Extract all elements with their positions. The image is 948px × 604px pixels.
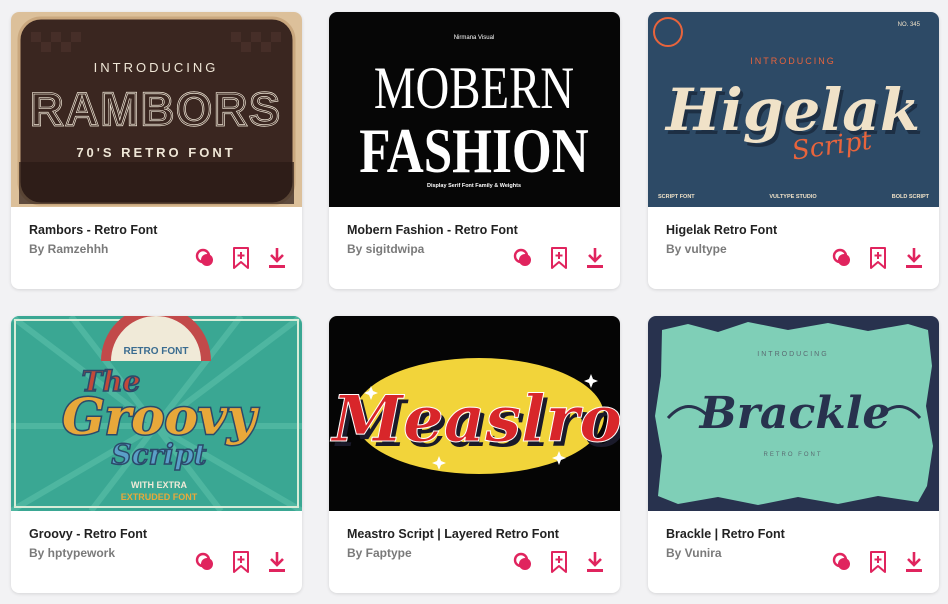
- download-icon[interactable]: [903, 550, 925, 574]
- compare-fonts-icon[interactable]: [512, 246, 534, 270]
- card-actions: [194, 246, 288, 270]
- font-card[interactable]: INTRODUCING RAMBORS RAMBORS 70'S RETRO F…: [11, 12, 302, 289]
- compare-fonts-icon[interactable]: [194, 246, 216, 270]
- font-preview-image[interactable]: INTRODUCING RAMBORS RAMBORS 70'S RETRO F…: [11, 12, 302, 207]
- font-title[interactable]: Groovy - Retro Font: [29, 527, 147, 541]
- preview-line1-text: MOBERN: [374, 54, 574, 121]
- font-preview-image[interactable]: INTRODUCING Brackle RETRO FONT: [648, 316, 939, 511]
- font-author[interactable]: By vultype: [666, 242, 727, 256]
- add-to-collection-icon[interactable]: [867, 550, 889, 574]
- card-actions: [512, 246, 606, 270]
- font-author[interactable]: By hptypework: [29, 546, 115, 560]
- preview-tagline-text: 70'S RETRO FONT: [76, 145, 235, 160]
- font-author[interactable]: By Vunira: [666, 546, 722, 560]
- font-card[interactable]: RETRO FONT The Groovy Script WITH EXTRA …: [11, 316, 302, 593]
- preview-extra2-text: EXTRUDED FONT: [121, 492, 198, 502]
- add-to-collection-icon[interactable]: [867, 246, 889, 270]
- download-icon[interactable]: [584, 550, 606, 574]
- font-preview-image[interactable]: Nirmana Visual MOBERN FASHION Display Se…: [329, 12, 620, 207]
- preview-tagline-text: Display Serif Font Family & Weights: [427, 183, 521, 189]
- svg-text:RAMBORS: RAMBORS: [30, 83, 282, 135]
- add-to-collection-icon[interactable]: [548, 550, 570, 574]
- preview-line3-text: Script: [111, 438, 206, 471]
- preview-intro-text: INTRODUCING: [94, 60, 219, 75]
- add-to-collection-icon[interactable]: [230, 246, 252, 270]
- download-icon[interactable]: [266, 246, 288, 270]
- svg-text:Higelak: Higelak: [664, 76, 920, 144]
- card-actions: [831, 550, 925, 574]
- font-card[interactable]: INTRODUCING Brackle RETRO FONT Brackle |…: [648, 316, 939, 593]
- add-to-collection-icon[interactable]: [230, 550, 252, 574]
- font-title[interactable]: Mobern Fashion - Retro Font: [347, 223, 518, 237]
- add-to-collection-icon[interactable]: [548, 246, 570, 270]
- preview-intro-text: INTRODUCING: [757, 351, 828, 358]
- font-title[interactable]: Brackle | Retro Font: [666, 527, 785, 541]
- preview-center-text: VULTYPE STUDIO: [769, 194, 817, 200]
- preview-extra1-text: WITH EXTRA: [131, 480, 187, 490]
- preview-intro-text: INTRODUCING: [750, 56, 836, 66]
- font-author[interactable]: By sigitdwipa: [347, 242, 424, 256]
- preview-name-text: Brackle: [698, 388, 891, 439]
- download-icon[interactable]: [266, 550, 288, 574]
- font-preview-image[interactable]: NO. 345 INTRODUCING Higelak Higelak Scri…: [648, 12, 939, 207]
- compare-fonts-icon[interactable]: [831, 550, 853, 574]
- card-actions: [194, 550, 288, 574]
- preview-studio-text: Nirmana Visual: [454, 35, 495, 41]
- card-actions: [512, 550, 606, 574]
- preview-right-text: BOLD SCRIPT: [892, 194, 930, 200]
- preview-number-text: NO. 345: [898, 22, 921, 28]
- font-author[interactable]: By Ramzehhh: [29, 242, 108, 256]
- preview-badge-text: RETRO FONT: [124, 346, 189, 357]
- preview-line2-text: FASHION: [359, 115, 589, 187]
- download-icon[interactable]: [903, 246, 925, 270]
- font-card[interactable]: NO. 345 INTRODUCING Higelak Higelak Scri…: [648, 12, 939, 289]
- font-results-grid: INTRODUCING RAMBORS RAMBORS 70'S RETRO F…: [0, 0, 948, 604]
- font-title[interactable]: Higelak Retro Font: [666, 223, 777, 237]
- font-title[interactable]: Rambors - Retro Font: [29, 223, 157, 237]
- font-preview-image[interactable]: RETRO FONT The Groovy Script WITH EXTRA …: [11, 316, 302, 511]
- preview-left-text: SCRIPT FONT: [658, 194, 695, 200]
- preview-tagline-text: RETRO FONT: [764, 452, 823, 458]
- font-author[interactable]: By Faptype: [347, 546, 412, 560]
- font-card[interactable]: Measlro Measlro Meastro Script | Layered…: [329, 316, 620, 593]
- font-card[interactable]: Nirmana Visual MOBERN FASHION Display Se…: [329, 12, 620, 289]
- font-preview-image[interactable]: Measlro Measlro: [329, 316, 620, 511]
- compare-fonts-icon[interactable]: [831, 246, 853, 270]
- font-title[interactable]: Meastro Script | Layered Retro Font: [347, 527, 559, 541]
- compare-fonts-icon[interactable]: [512, 550, 534, 574]
- download-icon[interactable]: [584, 246, 606, 270]
- card-actions: [831, 246, 925, 270]
- compare-fonts-icon[interactable]: [194, 550, 216, 574]
